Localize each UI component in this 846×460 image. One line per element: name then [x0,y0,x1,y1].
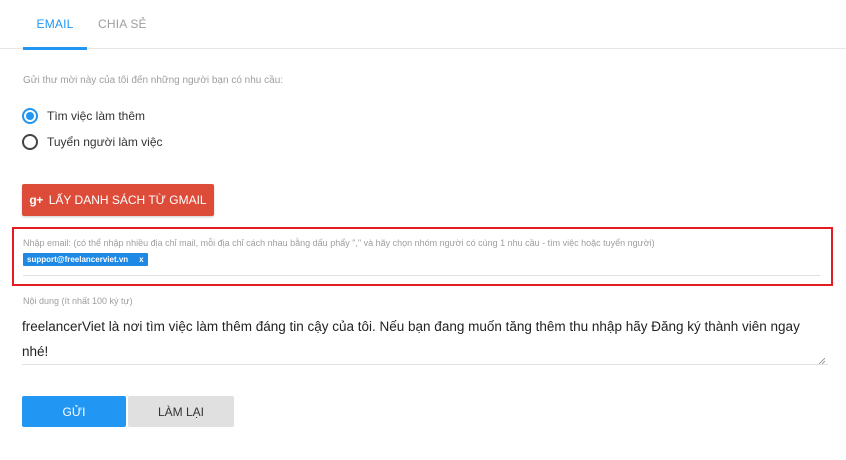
email-chip-text: support@freelancerviet.vn [27,255,129,264]
radio-find-job[interactable]: Tìm việc làm thêm [22,107,145,125]
send-button-label: GỬI [62,404,86,419]
send-button[interactable]: GỬI [22,396,126,427]
active-tab-indicator [23,47,87,50]
radio-hire[interactable]: Tuyển người làm việc [22,133,163,151]
tab-share[interactable]: CHIA SẺ [98,0,147,49]
email-chip: support@freelancerviet.vn x [23,253,148,266]
email-field-label: Nhập email: (có thể nhập nhiều địa chỉ m… [23,238,655,248]
email-field-underline [23,275,820,276]
gmail-import-button[interactable]: g+ LẤY DANH SÁCH TỪ GMAIL [22,184,214,216]
radio-hire-label: Tuyển người làm việc [47,135,163,149]
reset-button[interactable]: LÀM LẠI [128,396,234,427]
content-textarea[interactable]: freelancerViet là nơi tìm việc làm thêm … [22,314,828,364]
tab-email[interactable]: EMAIL [23,0,87,50]
google-plus-icon: g+ [29,193,43,207]
tab-email-label: EMAIL [36,17,74,31]
chip-remove-icon[interactable]: x [139,255,143,264]
reset-button-label: LÀM LẠI [157,404,205,419]
intro-text: Gửi thư mời này của tôi đến những người … [23,75,284,86]
radio-checked-icon[interactable] [22,108,38,124]
email-input-group[interactable]: Nhập email: (có thể nhập nhiều địa chỉ m… [12,227,833,286]
tab-share-label: CHIA SẺ [98,17,147,31]
gmail-import-label: LẤY DANH SÁCH TỪ GMAIL [48,193,207,207]
radio-unchecked-icon[interactable] [22,134,38,150]
radio-find-job-label: Tìm việc làm thêm [47,109,146,123]
tab-bar: EMAIL CHIA SẺ [0,0,846,50]
content-field-label: Nội dung (ít nhất 100 ký tự) [23,296,133,306]
resize-handle-icon[interactable] [818,357,825,364]
content-field-underline [22,364,828,365]
